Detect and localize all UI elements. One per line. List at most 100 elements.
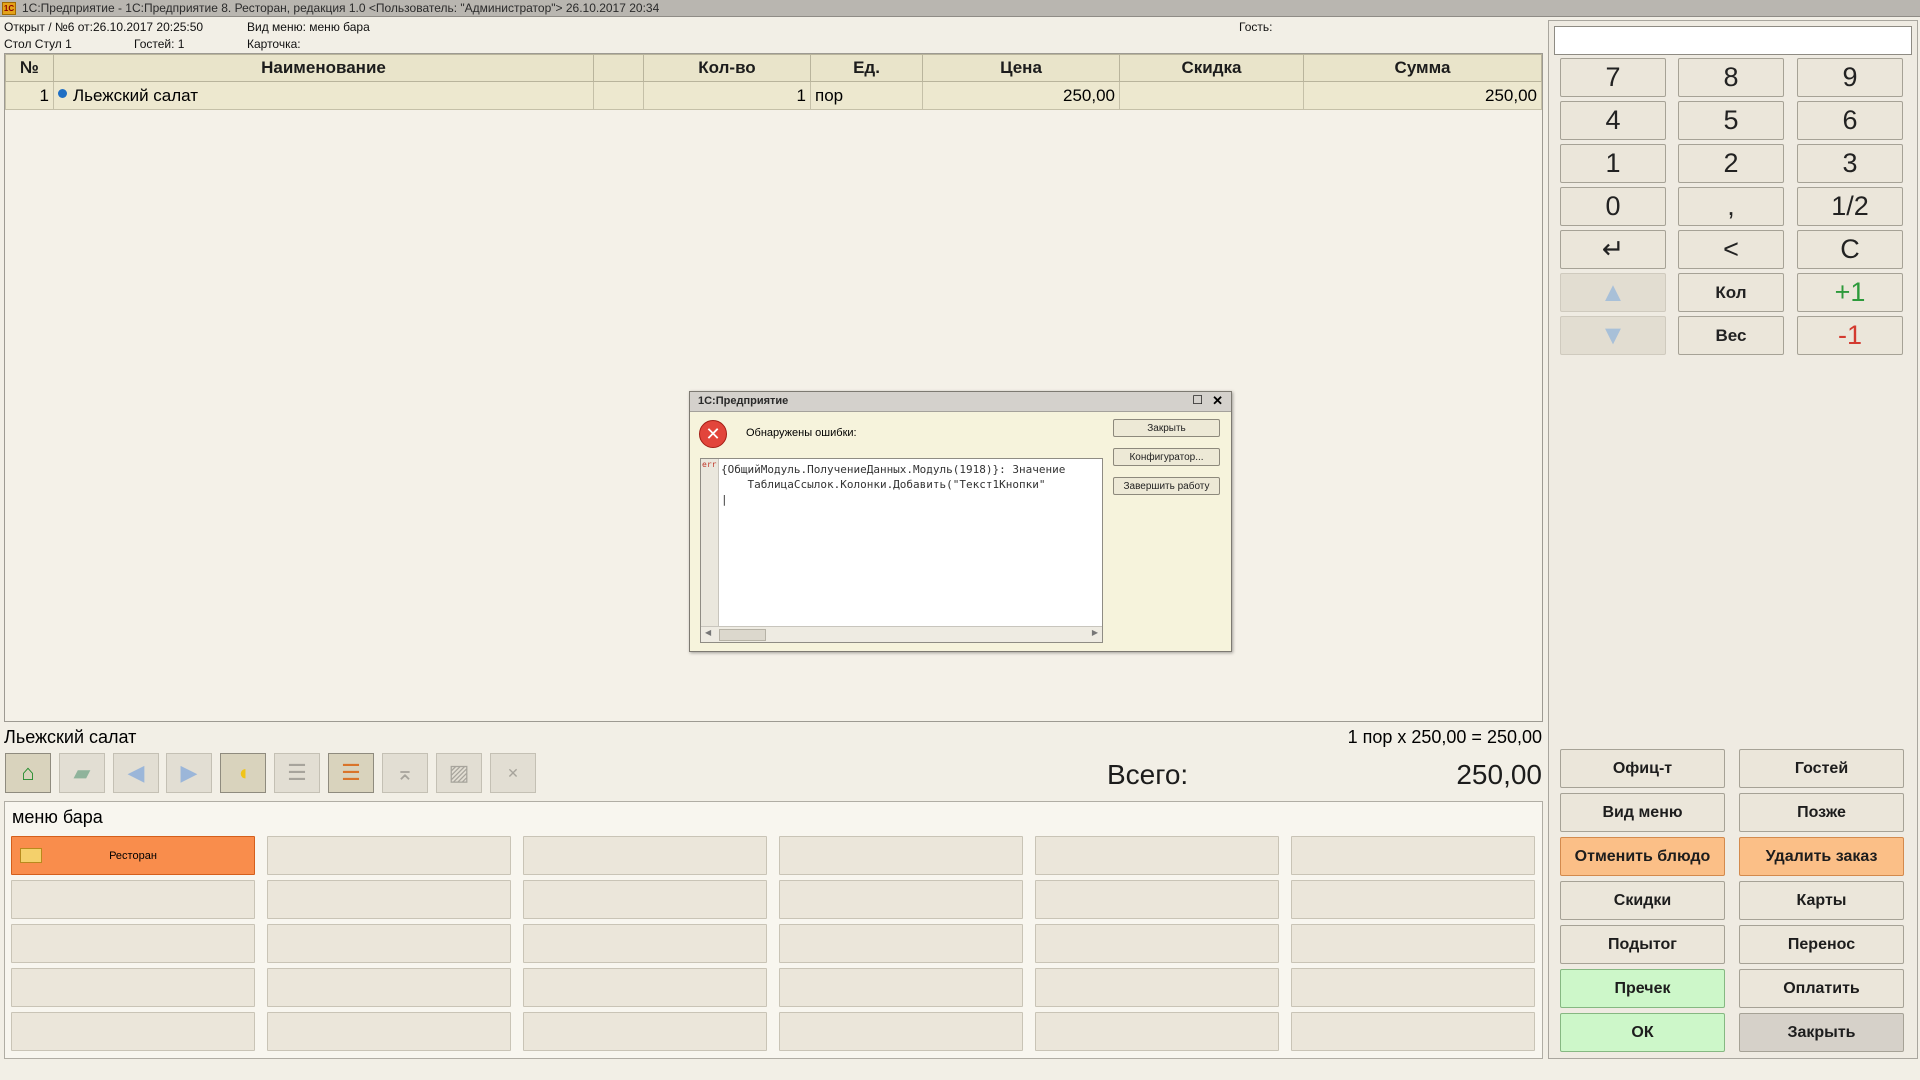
error-text-box[interactable]: err {ОбщийМодуль.ПолучениеДанных.Модуль(… bbox=[700, 458, 1103, 643]
cancel-dish-button[interactable]: Отменить блюдо bbox=[1560, 837, 1725, 876]
menu-item-label: Ресторан bbox=[109, 849, 157, 862]
menu-item-empty[interactable] bbox=[779, 1012, 1023, 1051]
exit-button[interactable]: Завершить работу bbox=[1113, 477, 1220, 495]
col-header-name[interactable]: Наименование bbox=[53, 54, 594, 82]
keypad-display[interactable] bbox=[1554, 26, 1912, 55]
plus-one-button[interactable]: +1 bbox=[1797, 273, 1903, 312]
discounts-button[interactable]: Скидки bbox=[1560, 881, 1725, 920]
configurator-button[interactable]: Конфигуратор... bbox=[1113, 448, 1220, 466]
key-4[interactable]: 4 bbox=[1560, 101, 1666, 140]
sort-button[interactable]: ☰ bbox=[274, 753, 320, 793]
qty-button[interactable]: Кол bbox=[1678, 273, 1784, 312]
pin-button[interactable]: ⌅ bbox=[382, 753, 428, 793]
menu-item-empty[interactable] bbox=[1291, 1012, 1535, 1051]
ok-button[interactable]: ОК bbox=[1560, 1013, 1725, 1052]
later-button[interactable]: Позже bbox=[1739, 793, 1904, 832]
key-enter[interactable]: ↵ bbox=[1560, 230, 1666, 269]
menu-item-empty[interactable] bbox=[1035, 924, 1279, 963]
app-logo-icon: 1C bbox=[2, 2, 16, 15]
key-half[interactable]: 1/2 bbox=[1797, 187, 1903, 226]
key-comma[interactable]: , bbox=[1678, 187, 1784, 226]
guests-button[interactable]: Гостей bbox=[1739, 749, 1904, 788]
menu-item-empty[interactable] bbox=[267, 836, 511, 875]
edit-button[interactable]: ▨ bbox=[436, 753, 482, 793]
col-header-blank[interactable] bbox=[593, 54, 644, 82]
close-button[interactable]: Закрыть bbox=[1739, 1013, 1904, 1052]
home-button[interactable]: ⌂ bbox=[5, 753, 51, 793]
menu-item-empty[interactable] bbox=[1291, 968, 1535, 1007]
menu-item-empty[interactable] bbox=[523, 1012, 767, 1051]
menu-item-empty[interactable] bbox=[267, 880, 511, 919]
key-clear[interactable]: C bbox=[1797, 230, 1903, 269]
forward-button[interactable]: ▶ bbox=[166, 753, 212, 793]
key-5[interactable]: 5 bbox=[1678, 101, 1784, 140]
menu-item-empty[interactable] bbox=[267, 968, 511, 1007]
horizontal-scrollbar[interactable]: ◀ ▶ bbox=[701, 626, 1102, 642]
folder-up-button[interactable]: ▰ bbox=[59, 753, 105, 793]
menu-item-empty[interactable] bbox=[267, 1012, 511, 1051]
menu-item-empty[interactable] bbox=[1291, 924, 1535, 963]
key-3[interactable]: 3 bbox=[1797, 144, 1903, 183]
menu-item-empty[interactable] bbox=[523, 880, 767, 919]
pay-button[interactable]: Оплатить bbox=[1739, 969, 1904, 1008]
table-row[interactable]: 1 Льежский салат 1 пор 250,00 250,00 bbox=[5, 81, 1542, 110]
col-header-sum[interactable]: Сумма bbox=[1303, 54, 1542, 82]
scroll-down-button[interactable]: ▼ bbox=[1560, 316, 1666, 355]
waiter-button[interactable]: Офиц-т bbox=[1560, 749, 1725, 788]
lemon-button[interactable]: ◖ bbox=[220, 753, 266, 793]
col-header-unit[interactable]: Ед. bbox=[810, 54, 923, 82]
col-header-discount[interactable]: Скидка bbox=[1119, 54, 1304, 82]
menu-item-empty[interactable] bbox=[1291, 880, 1535, 919]
menu-item-empty[interactable] bbox=[11, 1012, 255, 1051]
menu-view-button[interactable]: Вид меню bbox=[1560, 793, 1725, 832]
cards-button[interactable]: Карты bbox=[1739, 881, 1904, 920]
menu-item-restaurant[interactable]: Ресторан bbox=[11, 836, 255, 875]
dialog-close-icon[interactable]: ✕ bbox=[1212, 393, 1223, 409]
menu-item-empty[interactable] bbox=[523, 968, 767, 1007]
key-0[interactable]: 0 bbox=[1560, 187, 1666, 226]
key-7[interactable]: 7 bbox=[1560, 58, 1666, 97]
menu-item-empty[interactable] bbox=[1291, 836, 1535, 875]
dialog-close-button[interactable]: Закрыть bbox=[1113, 419, 1220, 437]
col-header-num[interactable]: № bbox=[5, 54, 54, 82]
scroll-thumb[interactable] bbox=[719, 629, 766, 641]
delete-order-button[interactable]: Удалить заказ bbox=[1739, 837, 1904, 876]
order-table[interactable]: № Наименование Кол-во Ед. Цена Скидка Су… bbox=[5, 54, 1542, 110]
weight-button[interactable]: Вес bbox=[1678, 316, 1784, 355]
arrow-right-icon: ▶ bbox=[180, 760, 198, 785]
col-header-price[interactable]: Цена bbox=[922, 54, 1120, 82]
menu-item-empty[interactable] bbox=[779, 836, 1023, 875]
menu-item-empty[interactable] bbox=[779, 968, 1023, 1007]
minus-one-button[interactable]: -1 bbox=[1797, 316, 1903, 355]
key-1[interactable]: 1 bbox=[1560, 144, 1666, 183]
key-6[interactable]: 6 bbox=[1797, 101, 1903, 140]
col-header-qty[interactable]: Кол-во bbox=[643, 54, 811, 82]
back-button[interactable]: ◀ bbox=[113, 753, 159, 793]
key-8[interactable]: 8 bbox=[1678, 58, 1784, 97]
sort-active-button[interactable]: ☰ bbox=[328, 753, 374, 793]
key-backspace[interactable]: < bbox=[1678, 230, 1784, 269]
menu-item-empty[interactable] bbox=[1035, 1012, 1279, 1051]
scroll-right-icon[interactable]: ▶ bbox=[1092, 628, 1098, 637]
key-2[interactable]: 2 bbox=[1678, 144, 1784, 183]
menu-item-empty[interactable] bbox=[267, 924, 511, 963]
dialog-message: Обнаружены ошибки: bbox=[746, 427, 857, 439]
menu-item-empty[interactable] bbox=[523, 924, 767, 963]
scroll-left-icon[interactable]: ◀ bbox=[705, 628, 711, 637]
key-9[interactable]: 9 bbox=[1797, 58, 1903, 97]
transfer-button[interactable]: Перенос bbox=[1739, 925, 1904, 964]
scroll-up-button[interactable]: ▲ bbox=[1560, 273, 1666, 312]
menu-item-empty[interactable] bbox=[1035, 968, 1279, 1007]
menu-item-empty[interactable] bbox=[523, 836, 767, 875]
subtotal-button[interactable]: Подытог bbox=[1560, 925, 1725, 964]
delete-button[interactable]: ✕ bbox=[490, 753, 536, 793]
menu-item-empty[interactable] bbox=[779, 880, 1023, 919]
menu-item-empty[interactable] bbox=[11, 968, 255, 1007]
menu-item-empty[interactable] bbox=[11, 924, 255, 963]
menu-item-empty[interactable] bbox=[1035, 880, 1279, 919]
menu-item-empty[interactable] bbox=[1035, 836, 1279, 875]
maximize-icon[interactable]: ☐ bbox=[1192, 393, 1203, 407]
precheck-button[interactable]: Пречек bbox=[1560, 969, 1725, 1008]
menu-item-empty[interactable] bbox=[779, 924, 1023, 963]
menu-item-empty[interactable] bbox=[11, 880, 255, 919]
